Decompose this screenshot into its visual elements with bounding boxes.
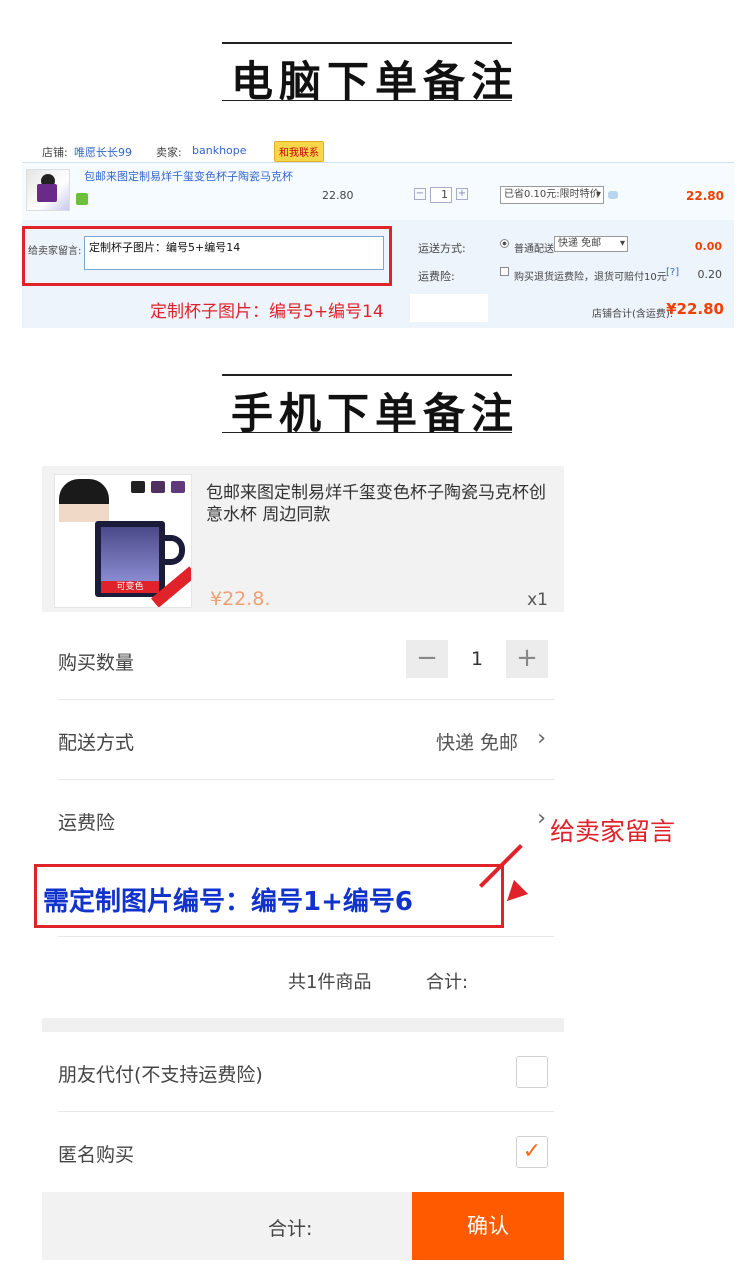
friend-pay-row: 朋友代付(不支持运费险) xyxy=(42,1032,564,1112)
seller-note-input[interactable]: 需定制图片编号：编号1+编号6 xyxy=(34,864,504,928)
product-price: ¥22.8. xyxy=(210,588,271,610)
quantity-stepper: − 1 + xyxy=(406,640,548,678)
unit-price: 22.80 xyxy=(322,189,354,202)
anonymous-row: 匿名购买 ✓ xyxy=(42,1112,564,1192)
seller-name-link[interactable]: bankhope xyxy=(192,144,247,157)
mini-mug xyxy=(131,481,145,493)
section-gap xyxy=(42,1018,564,1032)
anonymous-label: 匿名购买 xyxy=(58,1144,135,1166)
seller-note-tip: 给卖家留言 xyxy=(550,817,676,846)
promo-select[interactable]: 已省0.10元:限时特价 ▾ xyxy=(500,186,604,204)
insurance-text: 购买退货运费险，退货可赔付10元 xyxy=(514,272,667,283)
shop-sum-label: 店铺合计(含运费): xyxy=(592,309,674,320)
product-quantity: x1 xyxy=(527,590,548,610)
heart-handle xyxy=(163,535,185,565)
insurance-help-link[interactable]: [?] xyxy=(666,267,679,278)
arrow-icon xyxy=(499,879,529,909)
shipping-select[interactable]: 快递 免邮 ▾ xyxy=(554,236,628,252)
mug-photo xyxy=(101,527,159,581)
shop-sum-value: ¥22.80 xyxy=(666,300,724,318)
title-rule-top xyxy=(222,374,512,376)
mug-tag: 可变色 xyxy=(101,581,159,593)
decrease-button[interactable]: − xyxy=(414,188,426,200)
title-rule-bottom xyxy=(222,100,512,101)
title-rule-bottom xyxy=(222,432,512,433)
highlight-frame xyxy=(22,226,392,286)
quantity-value: 1 xyxy=(470,648,484,670)
seller-note-text: 需定制图片编号：编号1+编号6 xyxy=(43,887,413,917)
seller-label: 卖家: xyxy=(156,146,182,159)
buy-quantity-label: 购买数量 xyxy=(58,652,135,674)
anonymous-checkbox[interactable]: ✓ xyxy=(516,1136,548,1168)
insurance-fee: 0.20 xyxy=(697,268,723,281)
shipping-select-value: 快递 免邮 xyxy=(558,238,602,249)
row-divider xyxy=(58,936,554,937)
mini-mug xyxy=(171,481,185,493)
item-total: 22.80 xyxy=(686,189,724,203)
insurance-row[interactable]: 运费险 › xyxy=(42,780,564,860)
chat-icon xyxy=(608,191,618,199)
quantity-field[interactable]: 1 xyxy=(430,187,452,203)
redacted-area xyxy=(410,294,488,322)
increase-button[interactable]: + xyxy=(456,188,468,200)
chevron-down-icon: ▾ xyxy=(595,189,601,200)
mini-mug xyxy=(151,481,165,493)
shop-row: 店铺: 唯愿长长99 卖家: bankhope 和我联系 xyxy=(22,140,734,162)
insurance-label: 运费险 xyxy=(58,812,116,834)
chevron-right-icon: › xyxy=(537,726,546,751)
thumb-mug xyxy=(37,184,57,202)
chevron-right-icon: › xyxy=(537,806,546,831)
highlight-caption: 定制杯子图片：编号5+编号14 xyxy=(150,302,384,322)
shipping-row[interactable]: 配送方式 快递 免邮 › xyxy=(42,700,564,780)
chevron-down-icon: ▾ xyxy=(619,238,625,249)
increase-button[interactable]: + xyxy=(506,640,548,678)
bottom-bar: 合计: 确认 xyxy=(42,1192,564,1260)
title-rule-top xyxy=(222,42,512,44)
gift-icon xyxy=(76,193,88,205)
insurance-checkbox[interactable] xyxy=(500,267,509,276)
product-card[interactable]: 可变色 包邮来图定制易烊千玺变色杯子陶瓷马克杯创意水杯 周边同款 ¥22.8. … xyxy=(42,466,564,612)
subtotal-label: 合计: xyxy=(426,972,469,993)
product-image: 可变色 xyxy=(54,474,192,608)
promo-select-value: 已省0.10元:限时特价 xyxy=(504,189,600,200)
item-thumbnail[interactable] xyxy=(26,169,70,211)
product-title: 包邮来图定制易烊千玺变色杯子陶瓷马克杯创意水杯 周边同款 xyxy=(206,483,546,525)
total-label: 合计: xyxy=(268,1218,313,1240)
shop-label: 店铺: xyxy=(42,146,68,159)
confirm-button[interactable]: 确认 xyxy=(412,1192,564,1260)
item-count: 共1件商品 xyxy=(288,972,372,993)
item-row: 包邮来图定制易烊千玺变色杯子陶瓷马克杯 22.80 − 1 + 已省0.10元:… xyxy=(22,162,734,220)
quantity-stepper: − 1 + xyxy=(414,187,470,203)
shipping-label: 运送方式: xyxy=(418,242,466,255)
shipping-fee: 0.00 xyxy=(694,240,722,253)
shipping-option-label: 普通配送 xyxy=(514,244,554,255)
checkmark-icon: ✓ xyxy=(522,1139,542,1164)
contact-seller-button[interactable]: 和我联系 xyxy=(274,141,324,162)
mug-figure: 可变色 xyxy=(95,521,165,597)
buy-quantity-row: 购买数量 − 1 + xyxy=(42,620,564,700)
shop-name-link[interactable]: 唯愿长长99 xyxy=(74,144,132,160)
friend-pay-label: 朋友代付(不支持运费险) xyxy=(58,1064,263,1086)
friend-pay-checkbox[interactable] xyxy=(516,1056,548,1088)
decrease-button[interactable]: − xyxy=(406,640,448,678)
shipping-radio[interactable] xyxy=(500,239,509,248)
insurance-label: 运费险: xyxy=(418,270,455,283)
shipping-value: 快递 免邮 xyxy=(435,732,518,754)
item-count-row: 共1件商品 合计: xyxy=(42,942,564,1016)
pc-order-panel: 店铺: 唯愿长长99 卖家: bankhope 和我联系 包邮来图定制易烊千玺变… xyxy=(22,130,734,330)
mobile-order-panel: 可变色 包邮来图定制易烊千玺变色杯子陶瓷马克杯创意水杯 周边同款 ¥22.8. … xyxy=(34,466,675,1260)
shipping-label: 配送方式 xyxy=(58,732,135,754)
item-name-link[interactable]: 包邮来图定制易烊千玺变色杯子陶瓷马克杯 xyxy=(84,168,293,184)
